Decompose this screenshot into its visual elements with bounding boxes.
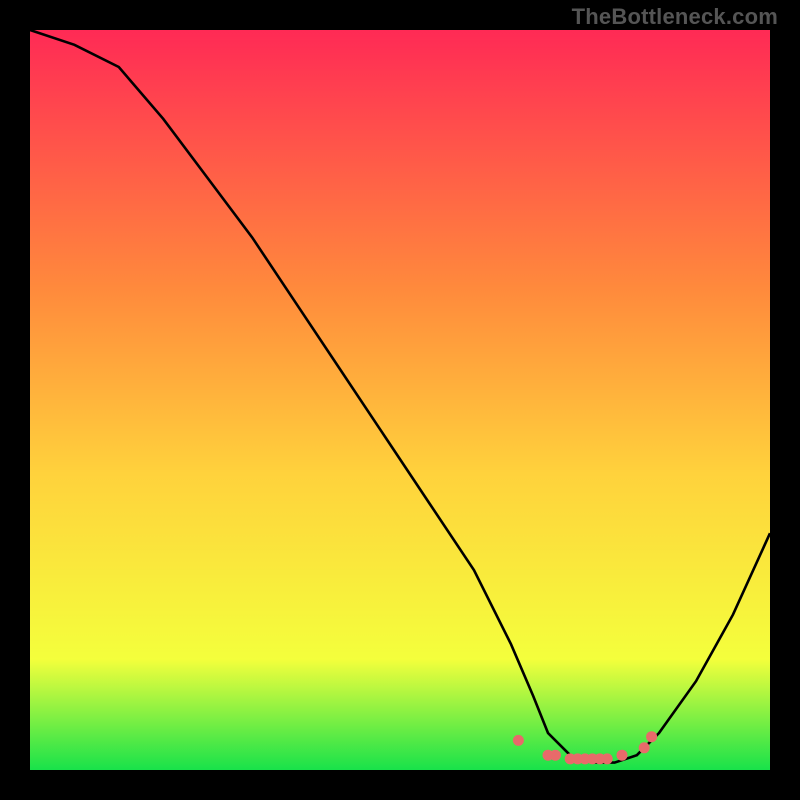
plot-area xyxy=(30,30,770,770)
valley-marker-dot xyxy=(646,731,657,742)
valley-marker-dot xyxy=(550,750,561,761)
valley-marker-dot xyxy=(617,750,628,761)
watermark-label: TheBottleneck.com xyxy=(572,4,778,30)
valley-marker-dot xyxy=(513,735,524,746)
chart-stage: TheBottleneck.com xyxy=(0,0,800,800)
valley-marker-dot xyxy=(639,742,650,753)
chart-svg xyxy=(30,30,770,770)
gradient-background xyxy=(30,30,770,770)
valley-marker-dot xyxy=(602,753,613,764)
